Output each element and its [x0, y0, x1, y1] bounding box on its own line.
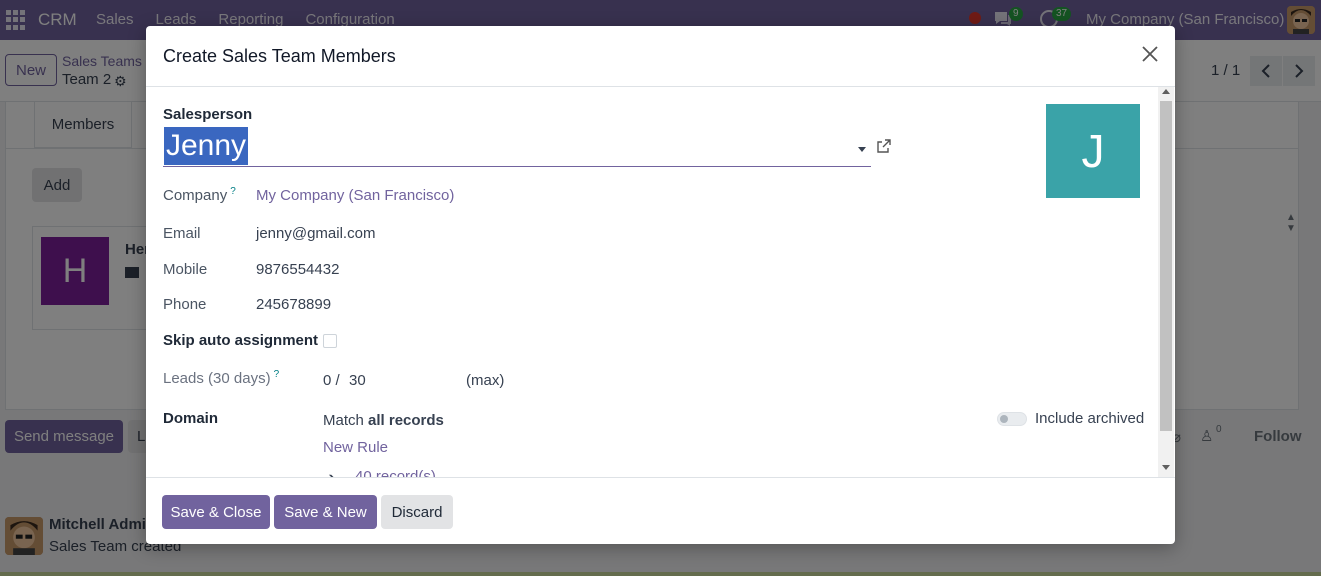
phone-label: Phone [163, 296, 207, 313]
discard-button[interactable]: Discard [381, 495, 453, 529]
create-member-dialog: Create Sales Team Members Salesperson Je… [146, 26, 1175, 544]
domain-match: Match all records [323, 412, 444, 429]
save-new-button[interactable]: Save & New [274, 495, 377, 529]
leads-max-label: (max) [466, 372, 505, 389]
scroll-up-icon[interactable] [1162, 89, 1170, 94]
close-icon[interactable] [1139, 43, 1161, 65]
match-prefix: Match [323, 412, 364, 429]
scroll-thumb[interactable] [1160, 101, 1172, 431]
skip-assignment-checkbox[interactable] [323, 334, 337, 348]
match-all-records[interactable]: all records [368, 412, 444, 429]
skip-assignment-label: Skip auto assignment [163, 332, 319, 349]
email-label: Email [163, 225, 201, 242]
dialog-title: Create Sales Team Members [163, 46, 396, 66]
dialog-body: Salesperson Jenny J Company? My Company … [146, 87, 1175, 477]
include-archived-toggle[interactable] [997, 412, 1027, 426]
leads-max-input[interactable]: 30 [349, 372, 366, 389]
include-archived-label: Include archived [1035, 410, 1145, 427]
arrow-right-icon: ➔ [323, 469, 336, 477]
record-count-link[interactable]: 40 record(s) [355, 468, 436, 477]
dialog-header: Create Sales Team Members [146, 26, 1175, 87]
domain-label: Domain [163, 410, 219, 427]
mobile-value[interactable]: 9876554432 [256, 261, 339, 278]
scroll-down-icon[interactable] [1162, 465, 1170, 470]
leads-label: Leads (30 days)? [163, 369, 279, 387]
toggle-knob [1000, 415, 1008, 423]
company-value[interactable]: My Company (San Francisco) [256, 187, 454, 204]
save-close-button[interactable]: Save & Close [162, 495, 270, 529]
salesperson-avatar[interactable]: J [1046, 104, 1140, 198]
phone-value[interactable]: 245678899 [256, 296, 331, 313]
leads-help-icon[interactable]: ? [274, 369, 280, 380]
leads-label-text: Leads (30 days) [163, 370, 271, 387]
dialog-scrollbar[interactable] [1158, 87, 1174, 477]
new-rule-link[interactable]: New Rule [323, 439, 388, 456]
external-link-icon[interactable] [876, 138, 892, 154]
email-value[interactable]: jenny@gmail.com [256, 225, 375, 242]
mobile-label: Mobile [163, 261, 208, 278]
company-help-icon[interactable]: ? [230, 186, 236, 197]
leads-count: 0 / [323, 372, 340, 389]
company-label-text: Company [163, 187, 228, 204]
dialog-footer: Save & Close Save & New Discard [146, 477, 1175, 544]
salesperson-label: Salesperson [163, 106, 253, 123]
caret-down-icon[interactable] [858, 147, 866, 152]
salesperson-input[interactable]: Jenny [163, 127, 871, 167]
salesperson-value[interactable]: Jenny [164, 127, 249, 165]
company-label: Company? [163, 186, 236, 204]
